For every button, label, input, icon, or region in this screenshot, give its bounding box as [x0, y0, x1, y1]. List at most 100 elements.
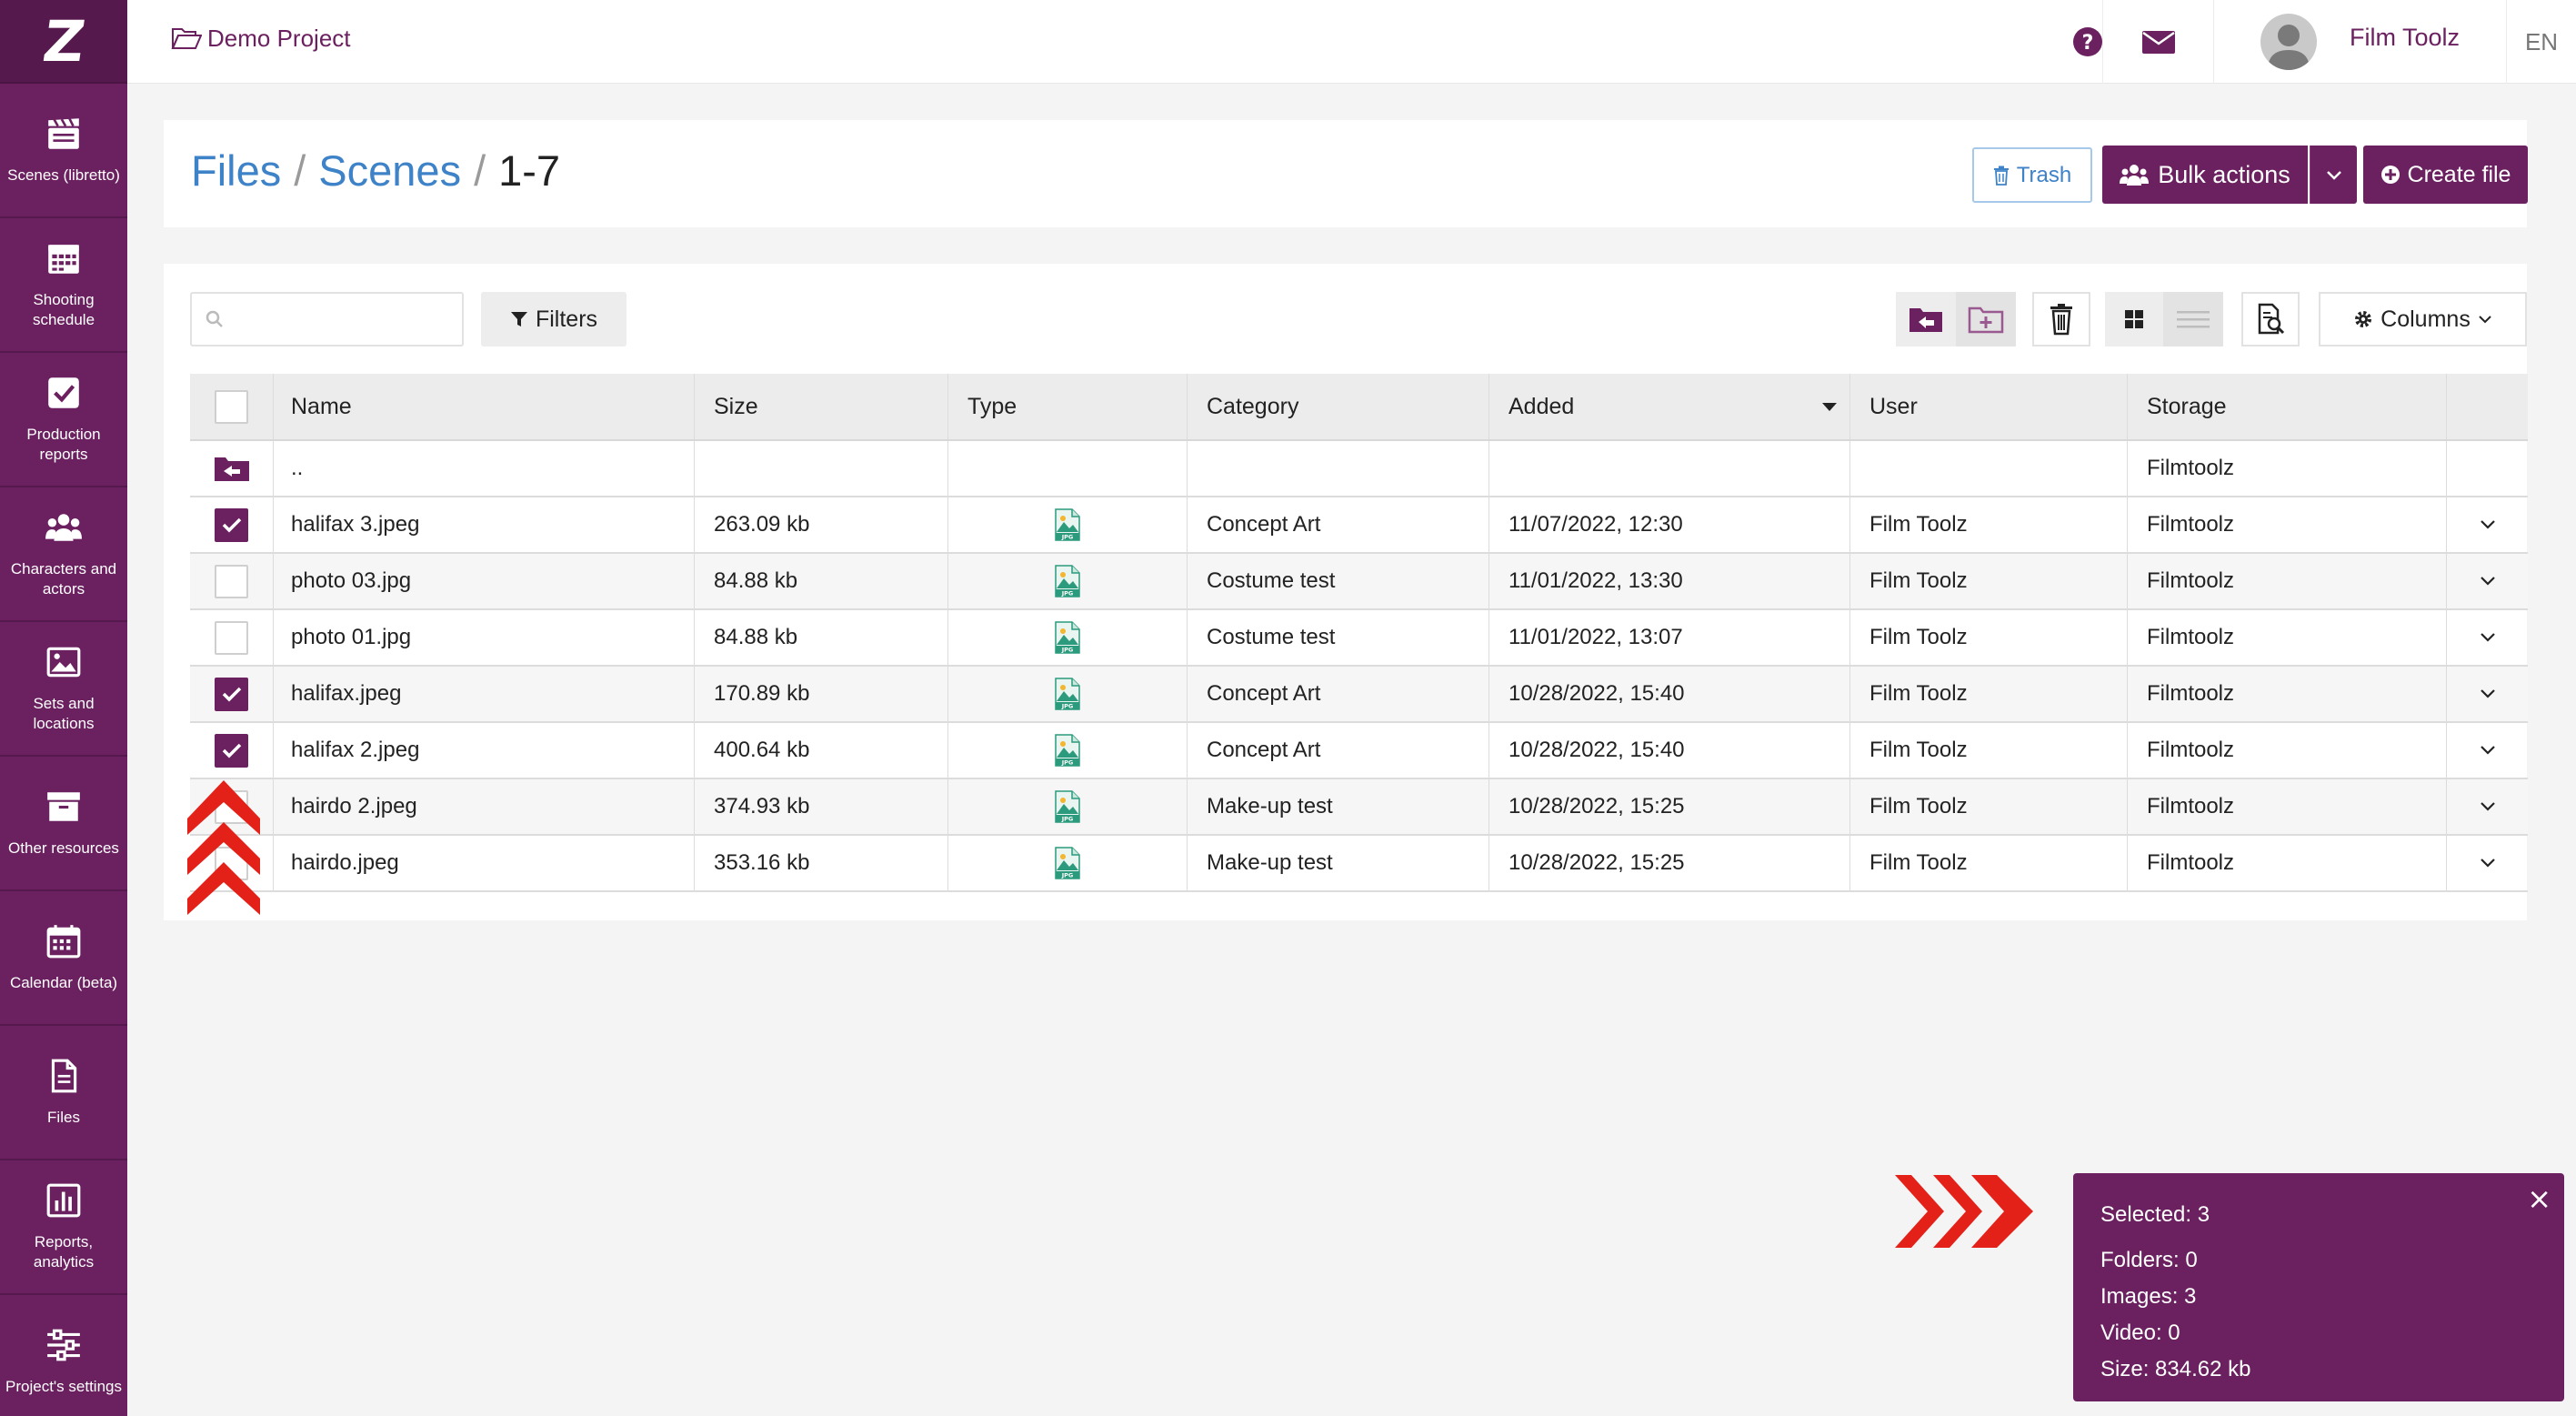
bulk-actions-dropdown[interactable] [2310, 146, 2357, 204]
file-name[interactable]: halifax 3.jpeg [274, 497, 695, 552]
column-header-user[interactable]: User [1850, 374, 2128, 439]
selection-size: Size: 834.62 kb [2100, 1357, 2251, 1381]
file-icon [51, 1059, 77, 1093]
table-row[interactable]: halifax 3.jpeg 263.09 kb JPG Concept Art 11/… [190, 497, 2528, 554]
table-row[interactable]: photo 03.jpg 84.88 kb JPG Costume test 11/01… [190, 554, 2528, 610]
new-folder-button[interactable] [1956, 292, 2016, 346]
checkmark-icon [222, 687, 241, 702]
sidebar-item-reports[interactable]: Reports, analytics [0, 1160, 127, 1295]
messages-button[interactable] [2102, 0, 2213, 84]
jpg-file-icon: JPG [1055, 508, 1080, 541]
sidebar-item-label: Project's settings [5, 1378, 122, 1395]
plus-circle-icon [2381, 166, 2400, 184]
sidebar-item-label: Sets and locations [33, 695, 95, 732]
row-expand-button[interactable] [2447, 667, 2528, 721]
row-expand-button[interactable] [2447, 836, 2528, 890]
column-header-category[interactable]: Category [1188, 374, 1489, 439]
create-file-button[interactable]: Create file [2363, 146, 2528, 204]
row-checkbox[interactable] [215, 620, 248, 655]
user-menu[interactable]: Film Toolz [2213, 0, 2506, 84]
row-select-cell [190, 497, 274, 552]
trash-label: Trash [2016, 162, 2072, 187]
close-icon[interactable]: × [2527, 1184, 2551, 1213]
column-header-storage[interactable]: Storage [2128, 374, 2447, 439]
language-selector[interactable]: EN [2506, 0, 2576, 84]
file-added: 11/01/2022, 13:07 [1489, 610, 1850, 665]
file-name[interactable]: hairdo 2.jpeg [274, 779, 695, 834]
sidebar-item-settings[interactable]: Project's settings [0, 1295, 127, 1416]
columns-label: Columns [2381, 306, 2471, 332]
table-row[interactable]: hairdo 2.jpeg 374.93 kb JPG Make-up test 10/… [190, 779, 2528, 836]
file-name[interactable]: photo 01.jpg [274, 610, 695, 665]
row-checkbox-checked[interactable] [215, 733, 248, 768]
sidebar-item-other-resources[interactable]: Other resources [0, 757, 127, 891]
project-selector[interactable]: Demo Project [171, 0, 351, 76]
row-expand-button[interactable] [2447, 497, 2528, 552]
sidebar-item-scenes[interactable]: Scenes (libretto) [0, 84, 127, 218]
folder-back-icon [214, 457, 249, 481]
bulk-actions-button[interactable]: Bulk actions [2102, 146, 2308, 204]
file-user: Film Toolz [1850, 779, 2128, 834]
app-logo[interactable]: Z [0, 0, 127, 84]
delete-button[interactable] [2032, 292, 2090, 346]
file-category: Costume test [1188, 610, 1489, 665]
file-type: JPG [948, 836, 1188, 890]
breadcrumb-scenes[interactable]: Scenes [318, 146, 461, 196]
table-row[interactable]: photo 01.jpg 84.88 kb JPG Costume test 11/01… [190, 610, 2528, 667]
chevron-down-icon [2480, 520, 2495, 529]
search-box[interactable] [190, 292, 464, 346]
file-storage: Filmtoolz [2128, 723, 2447, 778]
sidebar-item-sets[interactable]: Sets and locations [0, 622, 127, 757]
column-header-size[interactable]: Size [695, 374, 948, 439]
select-all-checkbox[interactable] [215, 389, 248, 424]
selection-summary-panel: × Selected: 3 Folders: 0 Images: 3 Video… [2073, 1173, 2564, 1401]
search-input[interactable] [232, 306, 450, 332]
file-category: Make-up test [1188, 779, 1489, 834]
column-header-added[interactable]: Added [1489, 374, 1850, 439]
breadcrumb-files[interactable]: Files [191, 146, 281, 196]
row-expand-button[interactable] [2447, 779, 2528, 834]
row-checkbox-checked[interactable] [215, 507, 248, 542]
column-header-name[interactable]: Name [274, 374, 695, 439]
table-row[interactable]: hairdo.jpeg 353.16 kb JPG Make-up test 10/28… [190, 836, 2528, 892]
svg-text:?: ? [2082, 32, 2094, 55]
filters-label: Filters [535, 306, 598, 332]
sidebar-item-files[interactable]: Files [0, 1026, 127, 1160]
sidebar-item-calendar[interactable]: Calendar (beta) [0, 891, 127, 1026]
sidebar-item-shooting-schedule[interactable]: Shooting schedule [0, 218, 127, 353]
file-type: JPG [948, 667, 1188, 721]
folder-back-icon [1909, 308, 1942, 332]
row-expand-button[interactable] [2447, 723, 2528, 778]
sidebar-item-characters[interactable]: Characters and actors [0, 487, 127, 622]
svg-text:JPG: JPG [1061, 872, 1074, 879]
row-expand-button[interactable] [2447, 610, 2528, 665]
file-name[interactable]: halifax.jpeg [274, 667, 695, 721]
preview-button[interactable] [2241, 292, 2300, 346]
table-row[interactable]: halifax 2.jpeg 400.64 kb JPG Concept Art 10/… [190, 723, 2528, 779]
file-name[interactable]: halifax 2.jpeg [274, 723, 695, 778]
file-name[interactable]: hairdo.jpeg [274, 836, 695, 890]
column-header-type[interactable]: Type [948, 374, 1188, 439]
filters-button[interactable]: Filters [481, 292, 626, 346]
parent-folder-row[interactable]: .. Filmtoolz [190, 441, 2528, 497]
row-checkbox[interactable] [215, 564, 248, 598]
trash-button[interactable]: Trash [1972, 147, 2092, 203]
bar-chart-icon [46, 1183, 81, 1218]
row-checkbox-checked[interactable] [215, 677, 248, 711]
grid-view-button[interactable] [2105, 292, 2163, 346]
chevron-down-icon [2479, 316, 2491, 324]
svg-text:JPG: JPG [1061, 534, 1074, 541]
row-expand-button[interactable] [2447, 554, 2528, 608]
clapperboard-icon [48, 117, 79, 149]
sidebar-item-production-reports[interactable]: Production reports [0, 353, 127, 487]
selected-count: Selected: 3 [2100, 1202, 2210, 1227]
breadcrumb: Files / Scenes / 1-7 [191, 146, 560, 196]
columns-button[interactable]: Columns [2319, 292, 2527, 346]
list-view-button[interactable] [2163, 292, 2223, 346]
file-size [695, 441, 948, 496]
table-row[interactable]: halifax.jpeg 170.89 kb JPG Concept Art 10/28… [190, 667, 2528, 723]
breadcrumb-current: 1-7 [498, 146, 561, 195]
file-size: 263.09 kb [695, 497, 948, 552]
folder-up-button[interactable] [1896, 292, 1956, 346]
file-name[interactable]: photo 03.jpg [274, 554, 695, 608]
